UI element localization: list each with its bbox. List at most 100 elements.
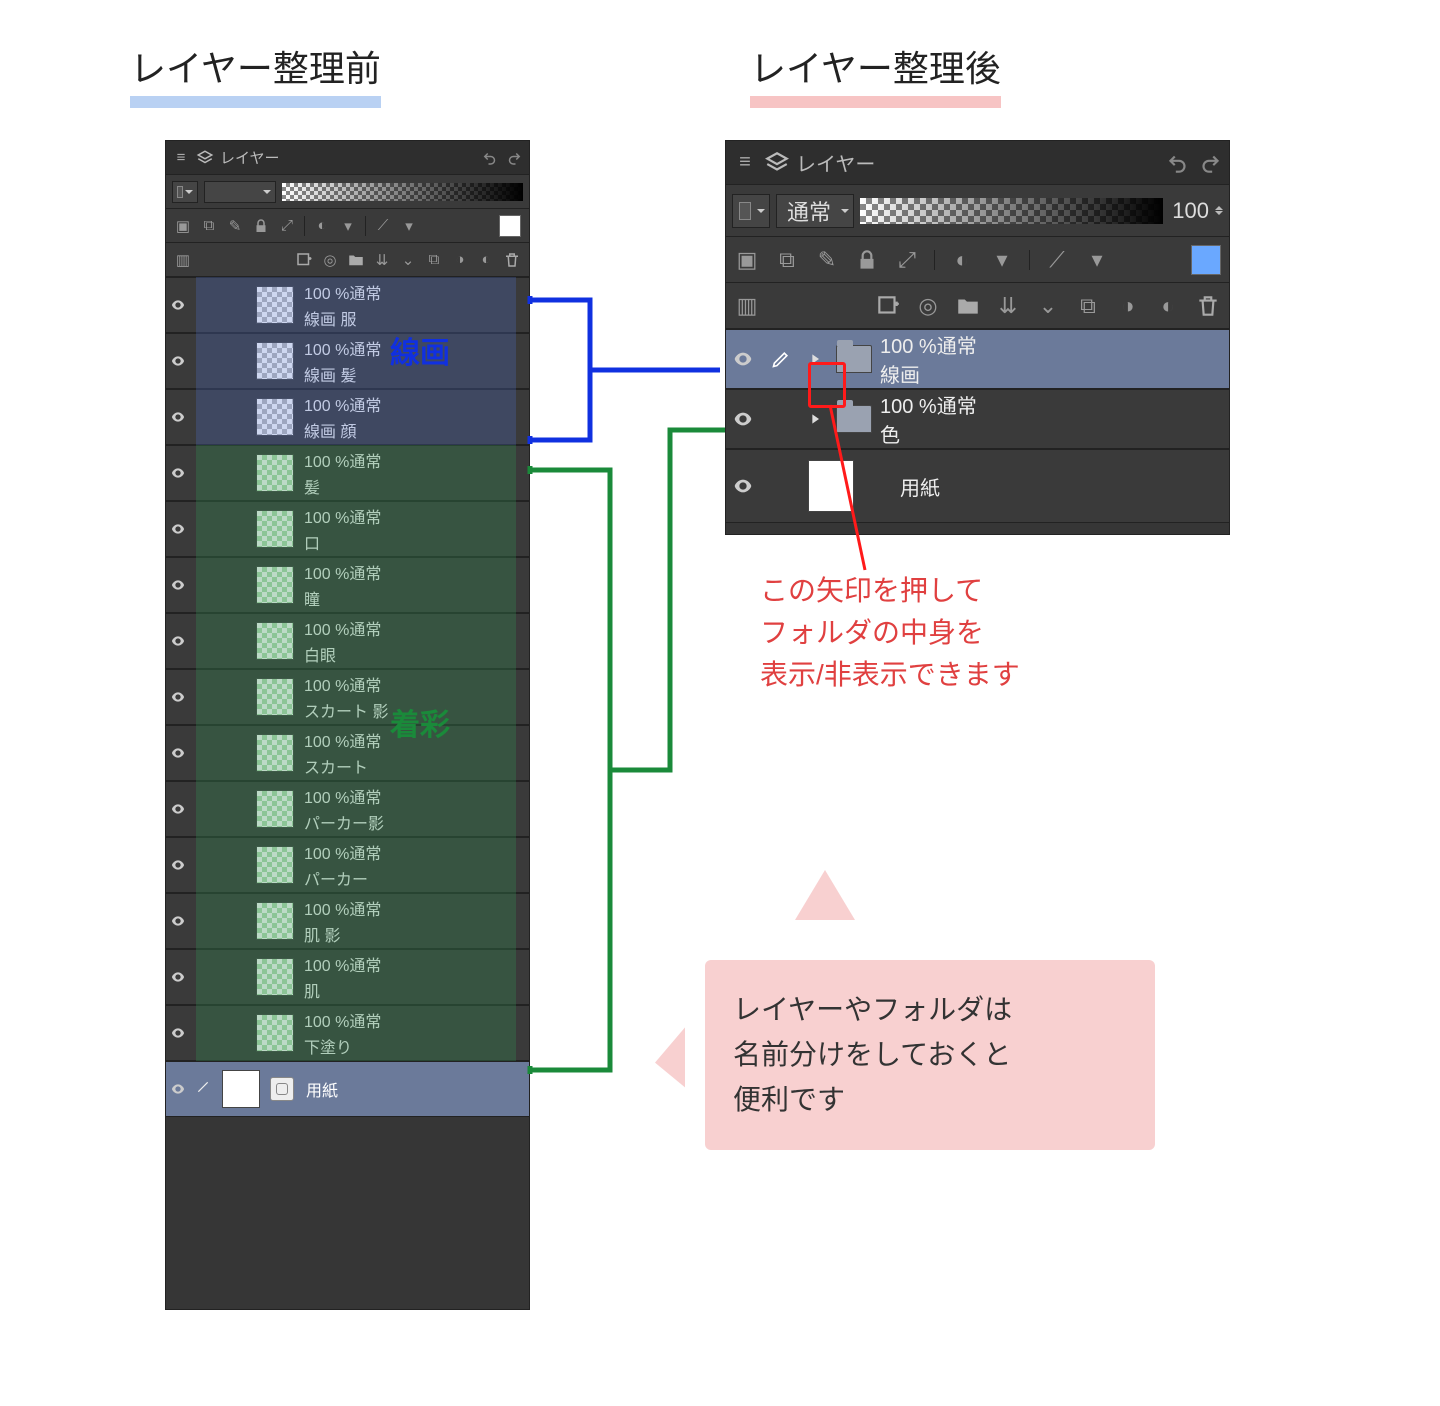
layer-row[interactable]: 100 %通常口 <box>166 501 529 557</box>
apply-mask-icon[interactable]: ◐ <box>477 251 495 269</box>
visibility-toggle[interactable] <box>166 913 190 929</box>
mask-dropdown-icon[interactable]: ▾ <box>989 247 1015 273</box>
transfer-down-icon[interactable]: ⇊ <box>373 251 391 269</box>
clip-icon[interactable]: ▣ <box>174 217 192 235</box>
ref-icon[interactable]: ⧉ <box>200 217 218 235</box>
visibility-toggle[interactable] <box>166 689 190 705</box>
visibility-toggle[interactable] <box>726 408 760 430</box>
folder-row[interactable]: 100 %通常線画 <box>726 329 1229 389</box>
layer-name: パーカー <box>304 866 381 890</box>
paper-layer-row[interactable]: 用紙 <box>726 449 1229 523</box>
ruler-icon[interactable]: ⟋ <box>374 217 392 235</box>
ruler-dropdown-icon[interactable]: ▾ <box>1084 247 1110 273</box>
blend-mode-dropdown[interactable]: 通常 <box>776 194 854 228</box>
visibility-toggle[interactable] <box>166 633 190 649</box>
layer-row[interactable]: 100 %通常白眼 <box>166 613 529 669</box>
lock-icon[interactable] <box>252 217 270 235</box>
folder-row[interactable]: 100 %通常色 <box>726 389 1229 449</box>
delete-layer-icon[interactable] <box>1195 293 1221 319</box>
visibility-toggle[interactable] <box>726 475 760 497</box>
layer-row[interactable]: 100 %通常スカート <box>166 725 529 781</box>
mask-dropdown-icon[interactable]: ▾ <box>339 217 357 235</box>
ruler-icon[interactable]: ⟋ <box>1044 247 1070 273</box>
layer-row[interactable]: 100 %通常肌 <box>166 949 529 1005</box>
paper-layer-row[interactable]: 用紙 <box>166 1061 529 1117</box>
layer-row[interactable]: 100 %通常線画 服 <box>166 277 529 333</box>
layer-row[interactable]: 100 %通常肌 影 <box>166 893 529 949</box>
layer-row[interactable]: 100 %通常瞳 <box>166 557 529 613</box>
visibility-toggle[interactable] <box>166 1025 190 1041</box>
palette-dropdown[interactable] <box>172 181 198 203</box>
redo-icon[interactable] <box>505 149 523 167</box>
layer-row[interactable]: 100 %通常線画 髪 <box>166 333 529 389</box>
new-vector-layer-icon[interactable]: ◎ <box>321 251 339 269</box>
split-view-icon[interactable]: ▥ <box>174 251 192 269</box>
visibility-toggle[interactable] <box>726 348 760 370</box>
visibility-toggle[interactable] <box>166 353 190 369</box>
visibility-toggle[interactable] <box>166 801 190 817</box>
apply-mask-icon[interactable]: ◐ <box>1155 293 1181 319</box>
new-raster-layer-icon[interactable] <box>875 293 901 319</box>
split-view-icon[interactable]: ▥ <box>734 293 760 319</box>
delete-layer-icon[interactable] <box>503 251 521 269</box>
undo-icon[interactable] <box>1165 150 1191 176</box>
combine-icon[interactable]: ⧉ <box>425 251 443 269</box>
new-folder-icon[interactable] <box>347 251 365 269</box>
visibility-toggle[interactable] <box>166 577 190 593</box>
visibility-toggle[interactable] <box>166 521 190 537</box>
layer-info: 100 %通常 <box>880 390 977 419</box>
callout-text: レイヤーやフォルダは名前分けをしておくと便利です <box>733 994 1012 1115</box>
palette-dropdown[interactable] <box>732 194 770 228</box>
layer-color-swatch[interactable] <box>1191 245 1221 275</box>
blend-mode-dropdown[interactable] <box>204 181 276 203</box>
combine-icon[interactable]: ⧉ <box>1075 293 1101 319</box>
mask-create-icon[interactable]: ◑ <box>1115 293 1141 319</box>
lock-toggle[interactable] <box>196 1080 212 1098</box>
folder-name: 線画 <box>880 359 977 388</box>
opacity-slider[interactable] <box>282 183 523 201</box>
opacity-spinner[interactable] <box>1215 202 1223 219</box>
undo-icon[interactable] <box>481 149 499 167</box>
new-raster-layer-icon[interactable] <box>295 251 313 269</box>
layer-row[interactable]: 100 %通常下塗り <box>166 1005 529 1061</box>
transfer-down-icon[interactable]: ⇊ <box>995 293 1021 319</box>
visibility-toggle[interactable] <box>166 857 190 873</box>
mask-create-icon[interactable]: ◑ <box>451 251 469 269</box>
visibility-toggle[interactable] <box>166 745 190 761</box>
merge-down-icon[interactable]: ⌄ <box>399 251 417 269</box>
layer-row[interactable]: 100 %通常パーカー <box>166 837 529 893</box>
toolbar-row-1: ▣ ⧉ ✎ ⤢ ◐ ▾ ⟋ ▾ <box>166 209 529 243</box>
mask-icon[interactable]: ◐ <box>949 247 975 273</box>
new-vector-layer-icon[interactable]: ◎ <box>915 293 941 319</box>
folder-expand-arrow[interactable] <box>802 346 828 372</box>
visibility-toggle[interactable] <box>166 969 190 985</box>
expand-icon[interactable]: ⤢ <box>894 247 920 273</box>
mask-icon[interactable]: ◐ <box>313 217 331 235</box>
new-folder-icon[interactable] <box>955 293 981 319</box>
layer-row[interactable]: 100 %通常スカート 影 <box>166 669 529 725</box>
layer-color-swatch[interactable] <box>499 215 521 237</box>
visibility-toggle[interactable] <box>166 1081 190 1097</box>
visibility-toggle[interactable] <box>166 409 190 425</box>
lock-icon[interactable] <box>854 247 880 273</box>
redo-icon[interactable] <box>1197 150 1223 176</box>
draft-icon[interactable]: ✎ <box>226 217 244 235</box>
layer-row[interactable]: 100 %通常髪 <box>166 445 529 501</box>
ruler-dropdown-icon[interactable]: ▾ <box>400 217 418 235</box>
expand-icon[interactable]: ⤢ <box>278 217 296 235</box>
visibility-toggle[interactable] <box>166 297 190 313</box>
layer-name: 用紙 <box>900 472 940 501</box>
ref-icon[interactable]: ⧉ <box>774 247 800 273</box>
menu-icon[interactable]: ≡ <box>732 150 758 176</box>
visibility-toggle[interactable] <box>166 465 190 481</box>
draft-icon[interactable]: ✎ <box>814 247 840 273</box>
group-label-senga: 線画 <box>390 328 450 372</box>
folder-icon <box>836 405 872 433</box>
opacity-slider[interactable] <box>860 198 1163 224</box>
menu-icon[interactable]: ≡ <box>172 149 190 167</box>
layer-row[interactable]: 100 %通常パーカー影 <box>166 781 529 837</box>
folder-expand-arrow[interactable] <box>802 406 828 432</box>
merge-down-icon[interactable]: ⌄ <box>1035 293 1061 319</box>
layer-row[interactable]: 100 %通常線画 顔 <box>166 389 529 445</box>
clip-icon[interactable]: ▣ <box>734 247 760 273</box>
